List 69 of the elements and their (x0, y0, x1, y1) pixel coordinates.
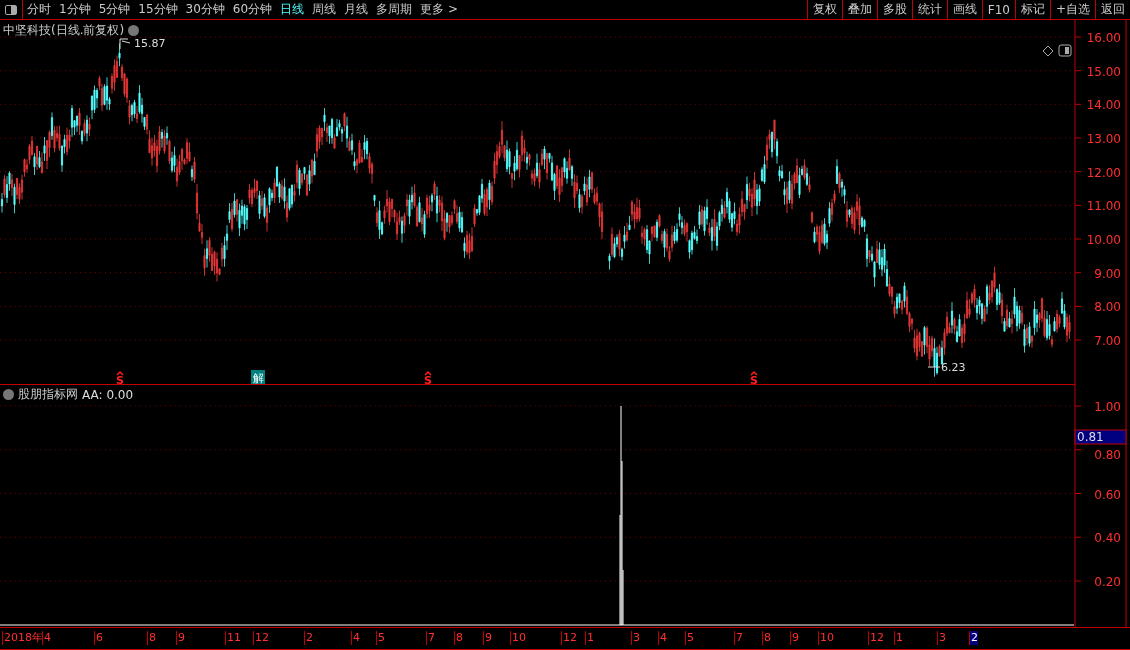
axis-label: 1.00 (1094, 400, 1121, 414)
time-axis-label: 8 (147, 631, 156, 645)
axis-label: 9.00 (1094, 266, 1121, 281)
cursor-value-label: 0.81 (1074, 429, 1127, 445)
time-axis-label: 2 (969, 631, 978, 645)
time-axis-label: 9 (483, 631, 492, 645)
axis-label: 12.00 (1086, 165, 1121, 180)
axis-label: 0.80 (1094, 447, 1121, 462)
toolbar-button[interactable]: +自选 (1049, 0, 1095, 19)
period-tab[interactable]: 30分钟 (181, 0, 229, 19)
axis-label: 16.00 (1086, 31, 1121, 45)
axis-label: 15.00 (1086, 64, 1121, 79)
toolbar-button[interactable]: F10 (981, 0, 1015, 19)
time-axis-label: 9 (790, 631, 799, 645)
axis-label: 0.40 (1094, 531, 1121, 546)
unlock-marker: 解 (251, 370, 265, 385)
high-price-label: 15.87 (134, 37, 166, 50)
time-axis-label: 6 (94, 631, 103, 645)
time-axis-label: 8 (762, 631, 771, 645)
period-tab[interactable]: 60分钟 (228, 0, 277, 19)
axis-label: 0.60 (1094, 487, 1121, 502)
time-axis-label: 3 (937, 631, 946, 645)
time-axis-label: 2 (304, 631, 313, 645)
time-axis-label: 12 (253, 631, 269, 645)
period-tab[interactable]: 1分钟 (55, 0, 95, 19)
time-axis-label: 10 (818, 631, 834, 645)
low-price-label: 6.23 (941, 361, 966, 374)
indicator-title: 股朋指标网 (18, 386, 78, 403)
axis-label: 10.00 (1086, 233, 1121, 247)
axis-label: 13.00 (1086, 132, 1121, 146)
period-tab[interactable]: 月线 (340, 0, 373, 19)
period-tab[interactable]: 分时 (23, 0, 55, 19)
toolbar-button[interactable]: 叠加 (841, 0, 877, 19)
time-axis-label: 11 (225, 631, 241, 645)
axis-label: 14.00 (1086, 98, 1121, 113)
period-tab[interactable]: 5分钟 (94, 0, 135, 19)
axis-label: 0.20 (1094, 575, 1121, 589)
time-axis-label: 5 (685, 631, 694, 645)
axis-label: 11.00 (1086, 199, 1121, 214)
period-tab[interactable]: 多周期 (372, 0, 417, 19)
time-axis-label: 2018年 (2, 631, 43, 645)
time-axis-label: 5 (376, 631, 385, 645)
chart-title: 中坚科技(日线.前复权) (3, 22, 125, 39)
time-axis-label: 10 (510, 631, 526, 645)
time-axis-label: 4 (658, 631, 667, 645)
time-axis-label: 4 (351, 631, 360, 645)
time-axis-label: 9 (176, 631, 185, 645)
period-tab[interactable]: 更多 > (416, 0, 462, 19)
axis-label: 7.00 (1094, 334, 1121, 349)
period-tab[interactable]: 15分钟 (134, 0, 182, 19)
toolbar-button[interactable]: 标记 (1014, 0, 1050, 19)
period-tab[interactable]: 日线 (276, 0, 309, 19)
axis-label: 8.00 (1094, 300, 1121, 315)
time-axis-label: 3 (631, 631, 640, 645)
time-axis-label: 7 (734, 631, 743, 645)
toolbar-button[interactable]: 返回 (1095, 0, 1130, 19)
indicator-reading: AA: 0.00 (82, 387, 134, 402)
toolbar-button[interactable]: 统计 (911, 0, 947, 19)
time-axis-label: 4 (42, 631, 51, 645)
toolbar-button[interactable]: 复权 (806, 0, 842, 19)
period-tab[interactable]: 周线 (308, 0, 341, 19)
time-axis-label: 1 (585, 631, 594, 645)
time-axis-label: 12 (561, 631, 577, 645)
toolbar-button[interactable]: 画线 (946, 0, 982, 19)
time-axis-label: 8 (454, 631, 463, 645)
time-axis-label: 7 (426, 631, 435, 645)
toolbar-button[interactable]: 多股 (876, 0, 912, 19)
time-axis-label: 12 (868, 631, 884, 645)
time-axis-label: 1 (894, 631, 903, 645)
